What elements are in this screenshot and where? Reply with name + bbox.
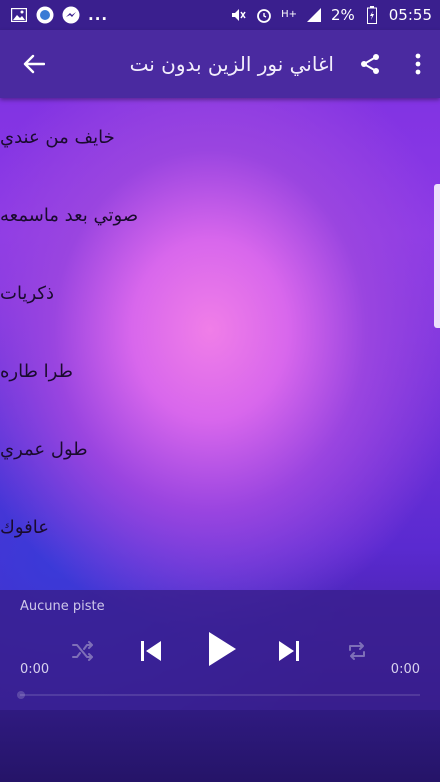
messenger-icon (62, 6, 80, 24)
bottom-background (0, 710, 440, 782)
status-bar-right: H+ 2% 05:55 (229, 6, 432, 24)
overflow-menu-button[interactable] (396, 30, 440, 98)
clock: 05:55 (388, 6, 432, 24)
seek-bar[interactable] (17, 691, 420, 699)
skip-next-icon (279, 641, 299, 661)
song-title: صوتي بعد ماسمعه (0, 204, 139, 226)
share-icon (361, 54, 379, 74)
song-title: ذكريات (0, 282, 54, 304)
skip-previous-icon (141, 641, 161, 661)
scrollbar-thumb[interactable] (434, 184, 440, 328)
more-vert-icon (415, 53, 421, 75)
back-button[interactable] (0, 30, 68, 98)
app-toolbar: اغاني نور الزين بدون نت (0, 30, 440, 98)
status-bar-left: ... (10, 6, 108, 24)
elapsed-time: 0:00 (20, 662, 50, 677)
share-button[interactable] (344, 30, 396, 98)
repeat-icon (349, 642, 365, 660)
battery-percent: 2% (330, 6, 355, 24)
network-type-label: H+ (281, 9, 297, 20)
song-list-item[interactable]: ذكريات (0, 254, 440, 332)
seek-bar-thumb[interactable] (17, 691, 25, 699)
app-badge-icon (36, 6, 54, 24)
song-title: طرا طاره (0, 360, 73, 382)
song-title: عافوك (0, 516, 49, 538)
shuffle-button[interactable] (66, 634, 100, 668)
song-list: خايف من عندي صوتي بعد ماسمعه ذكريات طرا … (0, 98, 440, 590)
battery-charging-icon (363, 6, 381, 24)
song-list-item[interactable]: طول عمري (0, 410, 440, 488)
arrow-back-icon (23, 54, 45, 74)
song-list-item[interactable]: عافوك (0, 488, 440, 566)
repeat-button[interactable] (340, 634, 374, 668)
page-title: اغاني نور الزين بدون نت (129, 52, 334, 76)
song-title: خايف من عندي (0, 126, 115, 148)
previous-button[interactable] (134, 634, 168, 668)
song-title: طول عمري (0, 438, 88, 460)
song-list-item[interactable]: خايف من عندي (0, 98, 440, 176)
alarm-icon (255, 6, 273, 24)
total-time: 0:00 (390, 662, 420, 677)
music-player: Aucune piste 0:00 0:00 (0, 590, 440, 710)
play-icon (209, 632, 236, 666)
more-notifications-indicator: ... (88, 6, 109, 24)
image-icon (10, 6, 28, 24)
status-bar: ... H+ 2% 05:55 (0, 0, 440, 30)
song-list-item[interactable]: طرا طاره (0, 332, 440, 410)
shuffle-icon (72, 641, 93, 661)
next-button[interactable] (272, 634, 306, 668)
play-button[interactable] (199, 626, 245, 672)
mute-icon (229, 6, 247, 24)
signal-icon (305, 6, 323, 24)
current-track-label: Aucune piste (20, 599, 105, 614)
song-list-item[interactable]: صوتي بعد ماسمعه (0, 176, 440, 254)
